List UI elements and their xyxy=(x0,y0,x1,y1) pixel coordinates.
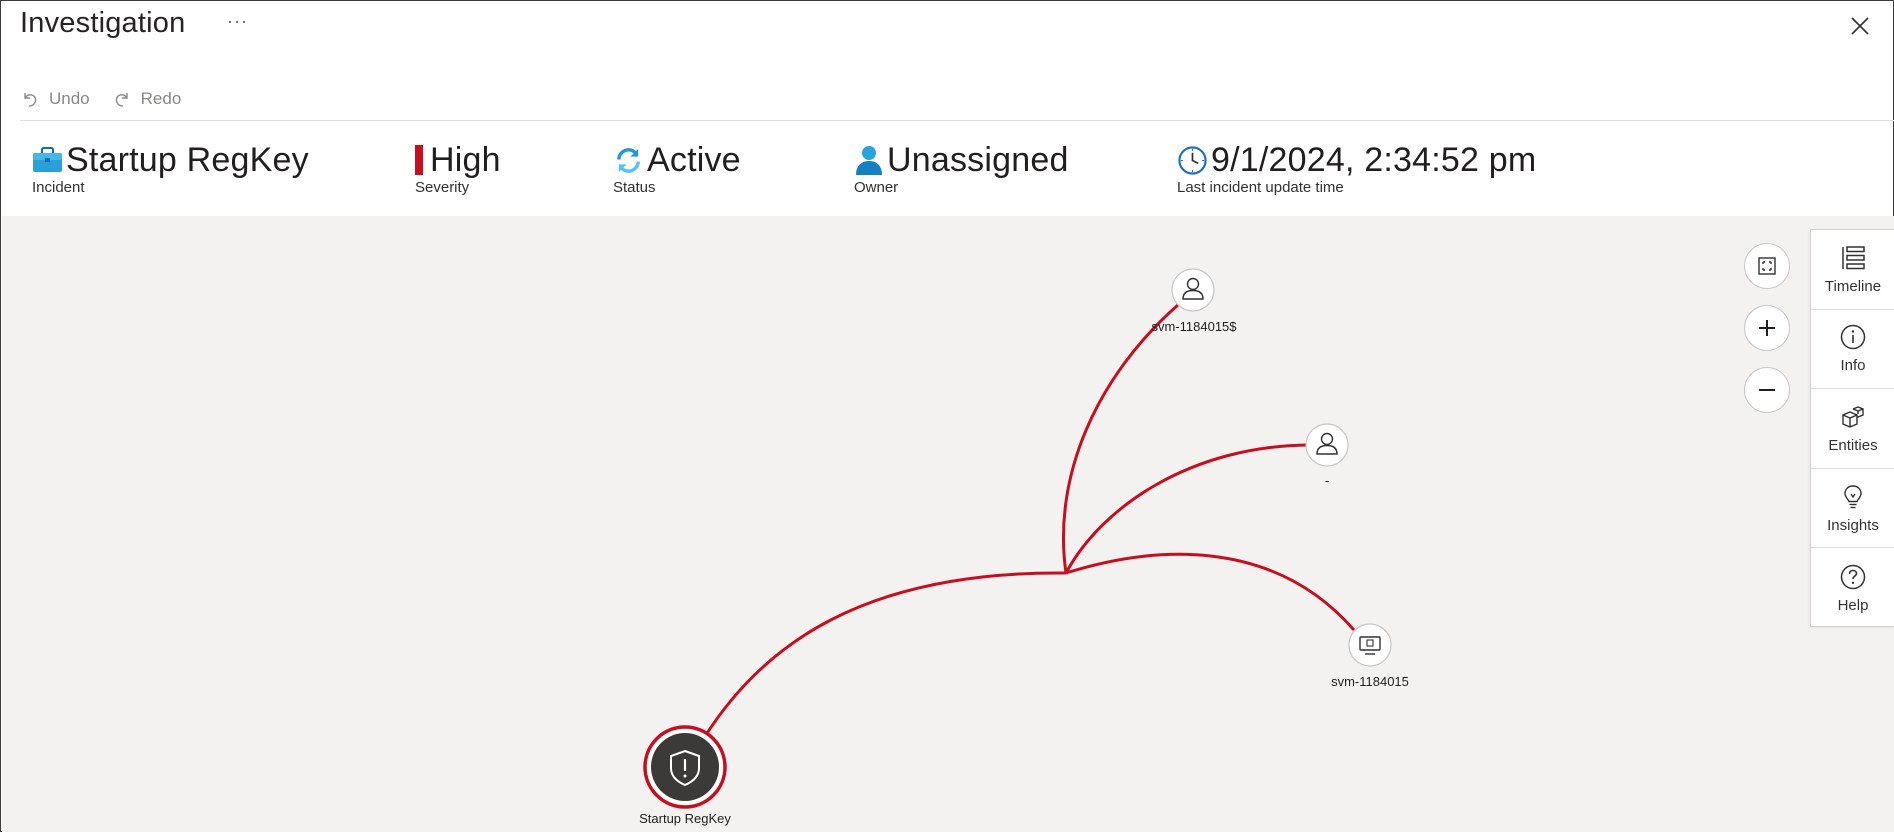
side-panel-label-timeline: Timeline xyxy=(1824,277,1882,295)
side-panel-item-insights[interactable]: Insights xyxy=(1811,469,1894,549)
owner-label: Owner xyxy=(854,179,899,196)
entities-icon xyxy=(1842,406,1864,428)
minus-icon xyxy=(1759,389,1775,391)
refresh-icon xyxy=(617,147,640,173)
side-panel-label-help: Help xyxy=(1837,596,1869,614)
status-label: Status xyxy=(613,179,656,196)
graph-node-label-device: svm-1184015 xyxy=(1331,674,1409,689)
incident-summary-item: Startup RegKey Incident xyxy=(32,143,309,196)
investigation-graph xyxy=(643,268,1392,809)
timeline-icon xyxy=(1842,246,1865,270)
investigation-graph-canvas[interactable]: Startup RegKey svm-1184015$ - svm-118401… xyxy=(2,216,1894,832)
incident-label: Incident xyxy=(32,179,85,196)
graph-node-user1[interactable] xyxy=(1171,268,1215,312)
graph-edge-alert-hub xyxy=(702,571,1067,739)
zoom-in-button[interactable] xyxy=(1744,305,1790,351)
owner-summary-item: Unassigned Owner xyxy=(854,143,1069,196)
page-title: Investigation xyxy=(20,7,186,39)
severity-summary-item: High Severity xyxy=(415,143,501,196)
undo-button[interactable]: Undo xyxy=(20,89,90,109)
zoom-out-button[interactable] xyxy=(1744,367,1790,413)
incident-summary: Startup RegKey Incident High Severity Ac… xyxy=(1,121,1894,216)
fit-screen-icon xyxy=(1758,257,1776,275)
status-summary-item: Active Status xyxy=(613,143,741,196)
owner-value: Unassigned xyxy=(887,141,1069,179)
last-update-value: 9/1/2024, 2:34:52 pm xyxy=(1211,141,1537,179)
info-icon xyxy=(1840,325,1866,350)
graph-node-user2[interactable] xyxy=(1305,423,1349,467)
clock-icon xyxy=(1178,145,1207,175)
side-panel-item-info[interactable]: Info xyxy=(1811,310,1894,390)
side-panel: Timeline Info Entities Insights Help xyxy=(1810,229,1894,627)
graph-edge-hub-device xyxy=(1065,552,1356,631)
severity-label: Severity xyxy=(415,179,470,196)
redo-label: Redo xyxy=(140,89,182,108)
side-panel-item-timeline[interactable]: Timeline xyxy=(1811,230,1894,310)
more-options-button[interactable]: ··· xyxy=(227,11,248,32)
fit-to-screen-button[interactable] xyxy=(1744,243,1790,289)
severity-value: High xyxy=(430,141,501,179)
graph-edge-hub-user1 xyxy=(1061,302,1180,574)
side-panel-label-insights: Insights xyxy=(1827,516,1879,534)
graph-node-label-user2: - xyxy=(1324,473,1330,488)
last-update-summary-item: 9/1/2024, 2:34:52 pm Last incident updat… xyxy=(1177,143,1536,196)
side-panel-label-info: Info xyxy=(1840,357,1866,375)
graph-node-alert[interactable] xyxy=(643,725,727,809)
side-panel-label-entities: Entities xyxy=(1828,436,1878,454)
lightbulb-icon xyxy=(1844,484,1862,508)
side-panel-item-help[interactable]: Help xyxy=(1811,548,1894,628)
briefcase-icon xyxy=(33,147,62,172)
undo-label: Undo xyxy=(49,89,90,108)
side-panel-item-entities[interactable]: Entities xyxy=(1811,389,1894,469)
graph-node-device[interactable] xyxy=(1348,623,1392,667)
incident-name: Startup RegKey xyxy=(66,141,309,179)
last-update-label: Last incident update time xyxy=(1177,179,1344,196)
toolbar: Undo Redo xyxy=(20,85,181,113)
investigation-window: Investigation ··· Undo Redo Startup RegK… xyxy=(0,0,1894,832)
status-value: Active xyxy=(647,141,741,179)
user-icon xyxy=(856,146,882,175)
undo-icon xyxy=(24,93,37,107)
plus-icon xyxy=(1759,320,1775,336)
redo-button[interactable]: Redo xyxy=(112,89,182,109)
redo-icon xyxy=(115,93,128,107)
graph-node-label-user1: svm-1184015$ xyxy=(1151,319,1237,334)
help-icon xyxy=(1840,564,1866,589)
close-icon[interactable] xyxy=(1849,15,1871,37)
severity-indicator xyxy=(415,145,423,175)
graph-node-label-alert: Startup RegKey xyxy=(639,811,731,826)
